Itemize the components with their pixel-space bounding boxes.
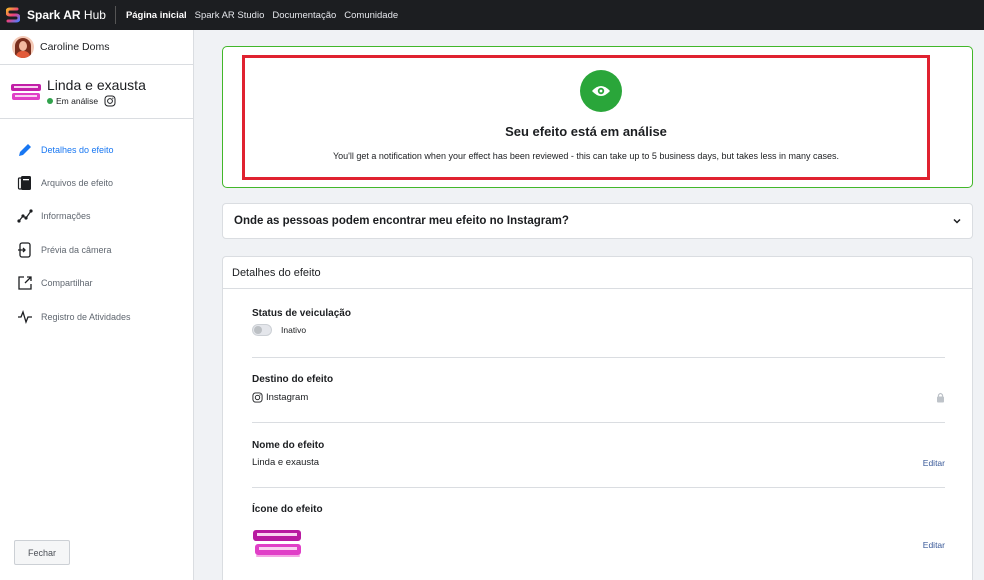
insights-icon (16, 208, 33, 225)
sidebar-item-label: Registro de Atividades (41, 311, 131, 322)
icon-label: Ícone do efeito (252, 504, 323, 515)
share-icon (16, 275, 33, 292)
eye-icon (580, 70, 622, 112)
destination-field: Destino do efeito Instagram (252, 374, 945, 403)
name-label: Nome do efeito (252, 440, 325, 451)
chevron-down-icon (953, 218, 961, 224)
spark-ar-logo-icon (6, 7, 20, 23)
destination-label: Destino do efeito (252, 374, 334, 385)
close-button[interactable]: Fechar (14, 540, 70, 565)
sidebar-item-insights[interactable]: Informações (0, 200, 193, 233)
user-row[interactable]: Caroline Doms (0, 30, 193, 65)
top-nav-community[interactable]: Comunidade (344, 10, 398, 21)
sidebar-item-share[interactable]: Compartilhar (0, 267, 193, 300)
top-nav-docs[interactable]: Documentação (272, 10, 336, 21)
top-divider (114, 6, 116, 24)
review-title: Seu efeito está em análise (505, 124, 667, 139)
effect-status: Em análise (56, 95, 99, 106)
name-value: Linda e exausta (252, 457, 320, 468)
brand-name: Spark AR Hub (27, 8, 106, 22)
camera-preview-icon (16, 241, 33, 258)
sidebar-item-label: Informações (41, 211, 91, 222)
top-nav-home[interactable]: Página inicial (126, 10, 187, 21)
status-dot-icon (47, 97, 53, 104)
sidebar: Caroline Doms Linda e exausta Em análise (0, 30, 194, 580)
review-description: You'll get a notification when your effe… (332, 151, 839, 161)
effect-title: Linda e exausta (47, 76, 146, 93)
highlight-box: Seu efeito está em análise You'll get a … (242, 55, 930, 180)
main-content: Seu efeito está em análise You'll get a … (194, 30, 984, 580)
effect-summary: Linda e exausta Em análise (0, 65, 193, 119)
sidebar-item-activity-log[interactable]: Registro de Atividades (0, 300, 193, 333)
status-field: Status de veiculação Inativo (252, 308, 945, 336)
icon-field: Ícone do efeito Editar (252, 504, 945, 560)
faq-question: Onde as pessoas podem encontrar meu efei… (234, 215, 569, 227)
sidebar-item-effect-details[interactable]: Detalhes do efeito (0, 133, 193, 166)
effect-icon-image (252, 526, 304, 560)
name-field: Nome do efeito Linda e exausta Editar (252, 440, 945, 468)
sidebar-item-label: Compartilhar (41, 278, 93, 289)
status-toggle[interactable] (252, 324, 272, 336)
instagram-faq-accordion[interactable]: Onde as pessoas podem encontrar meu efei… (222, 203, 973, 239)
sidebar-item-label: Detalhes do efeito (41, 144, 114, 155)
activity-icon (16, 308, 33, 325)
brand[interactable]: Spark AR Hub (0, 0, 106, 30)
divider (252, 357, 945, 358)
details-header: Detalhes do efeito (223, 257, 972, 289)
sidebar-nav: Detalhes do efeito Arquivos de efeito In… (0, 119, 193, 333)
divider (252, 422, 945, 423)
edit-icon-link[interactable]: Editar (923, 540, 945, 550)
sidebar-item-label: Arquivos de efeito (41, 178, 114, 189)
avatar (12, 36, 34, 58)
edit-name-link[interactable]: Editar (923, 458, 945, 468)
user-name: Caroline Doms (40, 41, 110, 53)
divider (252, 487, 945, 488)
effect-thumbnail (10, 80, 42, 103)
sidebar-item-effect-files[interactable]: Arquivos de efeito (0, 166, 193, 199)
sidebar-item-camera-preview[interactable]: Prévia da câmera (0, 233, 193, 266)
top-nav-studio[interactable]: Spark AR Studio (195, 10, 265, 21)
destination-value: Instagram (266, 392, 309, 403)
files-icon (16, 175, 33, 192)
lock-icon (937, 392, 944, 403)
review-status-card: Seu efeito está em análise You'll get a … (222, 46, 973, 188)
effect-details-card: Detalhes do efeito Status de veiculação … (222, 256, 973, 580)
status-label: Status de veiculação (252, 308, 351, 319)
instagram-icon (252, 392, 263, 403)
instagram-icon (104, 95, 116, 106)
top-nav: Página inicial Spark AR Studio Documenta… (126, 10, 398, 21)
top-bar: Spark AR Hub Página inicial Spark AR Stu… (0, 0, 984, 30)
sidebar-item-label: Prévia da câmera (41, 244, 112, 255)
status-value: Inativo (281, 325, 307, 335)
pencil-icon (16, 141, 33, 158)
